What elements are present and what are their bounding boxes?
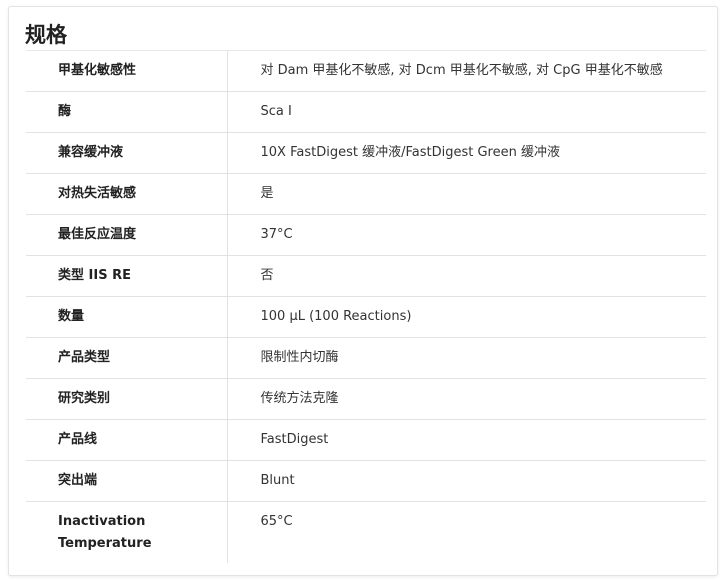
table-row: 对热失活敏感 是 bbox=[26, 173, 706, 215]
spec-value: 否 bbox=[227, 255, 706, 297]
spec-value: 65°C bbox=[227, 501, 706, 563]
spec-label: 突出端 bbox=[26, 460, 228, 502]
spec-label: 酶 bbox=[26, 91, 228, 133]
specifications-table: 甲基化敏感性 对 Dam 甲基化不敏感, 对 Dcm 甲基化不敏感, 对 CpG… bbox=[26, 50, 706, 563]
table-row: 突出端 Blunt bbox=[26, 460, 706, 502]
spec-value: 37°C bbox=[227, 214, 706, 256]
spec-label: 产品线 bbox=[26, 419, 228, 461]
table-row: 研究类别 传统方法克隆 bbox=[26, 378, 706, 420]
table-row: Inactivation Temperature 65°C bbox=[26, 501, 706, 563]
table-row: 产品线 FastDigest bbox=[26, 419, 706, 461]
section-title: 规格 bbox=[25, 23, 67, 47]
spec-label: 对热失活敏感 bbox=[26, 173, 228, 215]
table-row: 最佳反应温度 37°C bbox=[26, 214, 706, 256]
spec-value: Sca I bbox=[227, 91, 706, 133]
spec-value: 传统方法克隆 bbox=[227, 378, 706, 420]
spec-value: 是 bbox=[227, 173, 706, 215]
spec-label: 产品类型 bbox=[26, 337, 228, 379]
spec-value: FastDigest bbox=[227, 419, 706, 461]
spec-label: 甲基化敏感性 bbox=[26, 50, 228, 92]
spec-label: Inactivation Temperature bbox=[26, 501, 228, 563]
spec-label: 最佳反应温度 bbox=[26, 214, 228, 256]
spec-value: Blunt bbox=[227, 460, 706, 502]
spec-value: 限制性内切酶 bbox=[227, 337, 706, 379]
spec-value: 100 µL (100 Reactions) bbox=[227, 296, 706, 338]
page: 规格 甲基化敏感性 对 Dam 甲基化不敏感, 对 Dcm 甲基化不敏感, 对 … bbox=[0, 0, 725, 581]
spec-label: 数量 bbox=[26, 296, 228, 338]
table-row: 数量 100 µL (100 Reactions) bbox=[26, 296, 706, 338]
table-row: 甲基化敏感性 对 Dam 甲基化不敏感, 对 Dcm 甲基化不敏感, 对 CpG… bbox=[26, 50, 706, 92]
spec-label: 类型 IIS RE bbox=[26, 255, 228, 297]
table-row: 产品类型 限制性内切酶 bbox=[26, 337, 706, 379]
spec-value: 10X FastDigest 缓冲液/FastDigest Green 缓冲液 bbox=[227, 132, 706, 174]
table-row: 酶 Sca I bbox=[26, 91, 706, 133]
table-row: 类型 IIS RE 否 bbox=[26, 255, 706, 297]
specifications-card: 规格 甲基化敏感性 对 Dam 甲基化不敏感, 对 Dcm 甲基化不敏感, 对 … bbox=[8, 6, 718, 576]
spec-label: 研究类别 bbox=[26, 378, 228, 420]
spec-value: 对 Dam 甲基化不敏感, 对 Dcm 甲基化不敏感, 对 CpG 甲基化不敏感 bbox=[227, 50, 706, 92]
table-row: 兼容缓冲液 10X FastDigest 缓冲液/FastDigest Gree… bbox=[26, 132, 706, 174]
spec-label: 兼容缓冲液 bbox=[26, 132, 228, 174]
